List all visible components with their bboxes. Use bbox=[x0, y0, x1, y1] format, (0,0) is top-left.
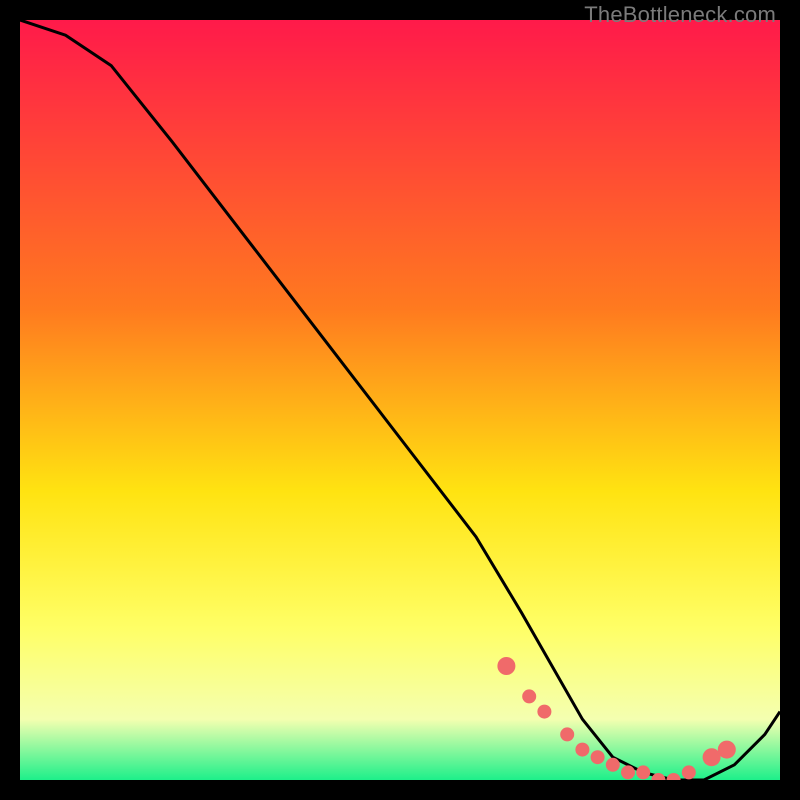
highlight-dot bbox=[636, 765, 650, 779]
highlight-dot bbox=[606, 758, 620, 772]
highlight-dot bbox=[621, 765, 635, 779]
highlight-dot bbox=[522, 689, 536, 703]
highlight-dot bbox=[591, 750, 605, 764]
highlight-dot bbox=[497, 657, 515, 675]
highlight-dot bbox=[575, 743, 589, 757]
highlight-dot bbox=[560, 727, 574, 741]
highlight-dot bbox=[718, 741, 736, 759]
highlight-dot bbox=[537, 705, 551, 719]
highlight-dot bbox=[682, 765, 696, 779]
bottleneck-chart bbox=[20, 20, 780, 780]
watermark-text: TheBottleneck.com bbox=[584, 2, 776, 28]
gradient-plot-area bbox=[20, 20, 780, 780]
